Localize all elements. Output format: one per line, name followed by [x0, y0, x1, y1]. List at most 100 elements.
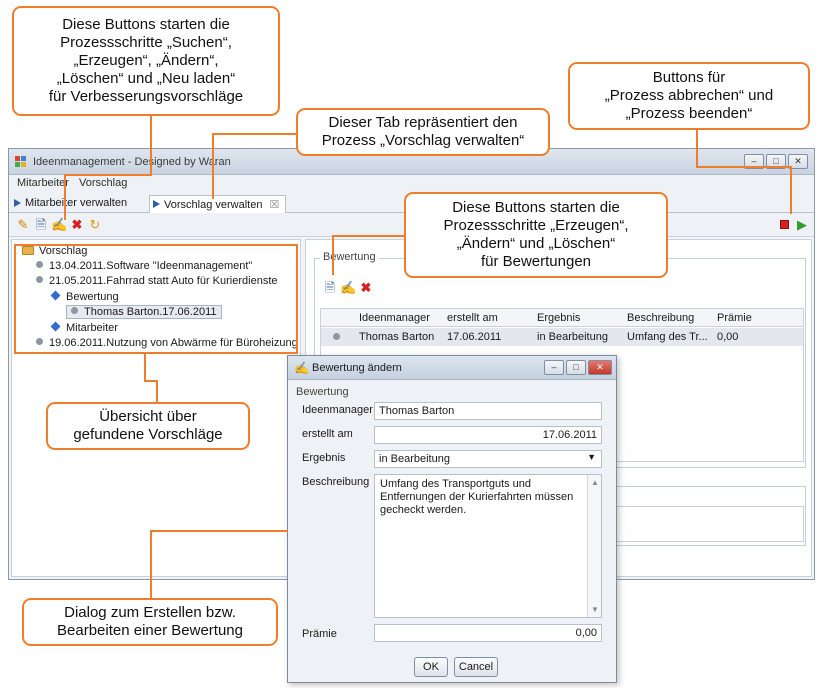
callout-abort-finish: Buttons für „Prozess abbrechen“ und „Pro…: [568, 62, 810, 130]
dialog-group-label: Bewertung: [296, 386, 349, 398]
search-icon[interactable]: ✎: [15, 217, 31, 233]
callout-connector: [332, 235, 406, 237]
menu-bar: Mitarbeiter Vorschlag: [9, 175, 814, 193]
tab-arrow-icon: [14, 199, 21, 207]
menu-mitarbeiter[interactable]: Mitarbeiter: [17, 177, 69, 189]
bewertung-dialog: ✍ Bewertung ändern – □ ✕ Bewertung Ideen…: [287, 355, 617, 683]
rating-create-icon[interactable]: 🗎: [322, 280, 338, 296]
row-bullet-icon: [333, 333, 340, 340]
callout-connector: [150, 116, 152, 176]
scroll-up-icon[interactable]: ▲: [591, 476, 599, 489]
callout-dialog: Dialog zum Erstellen bzw. Bearbeiten ein…: [22, 598, 278, 646]
callout-connector: [150, 530, 152, 600]
tree-item[interactable]: 21.05.2011.Fahrrad statt Auto für Kurier…: [36, 275, 278, 287]
callout-overview: Übersicht über gefundene Vorschläge: [46, 402, 250, 450]
tab-mitarbeiter-verwalten[interactable]: Mitarbeiter verwalten: [11, 195, 133, 213]
tab-vorschlag-verwalten[interactable]: Vorschlag verwalten ☒: [149, 195, 287, 213]
beschreibung-label: Beschreibung: [302, 476, 370, 488]
highlight-frame: [14, 244, 16, 354]
rating-delete-icon[interactable]: ✖: [358, 280, 374, 296]
ideenmanager-label: Ideenmanager: [302, 404, 373, 416]
dialog-title-bar: ✍ Bewertung ändern – □ ✕: [288, 356, 616, 380]
bullet-icon: [36, 338, 43, 345]
rating-edit-icon[interactable]: ✍: [340, 280, 356, 296]
dialog-window-controls: – □ ✕: [544, 360, 612, 376]
table-row[interactable]: Thomas Barton 17.06.2011 in Bearbeitung …: [321, 328, 803, 346]
create-icon[interactable]: 🗎: [33, 217, 49, 233]
callout-tab: Dieser Tab repräsentiert den Prozess „Vo…: [296, 108, 550, 156]
tab-close-icon[interactable]: ☒: [270, 199, 280, 211]
ergebnis-value: in Bearbeitung: [379, 453, 450, 465]
ok-button[interactable]: OK: [414, 657, 448, 677]
callout-connector: [64, 174, 66, 220]
bullet-icon: [36, 261, 43, 268]
ideenmanager-field[interactable]: Thomas Barton: [374, 402, 602, 420]
erstellt-label: erstellt am: [302, 428, 353, 440]
edit-icon: ✍: [294, 361, 309, 375]
highlight-frame: [296, 244, 298, 354]
delete-icon[interactable]: ✖: [69, 217, 85, 233]
tree-item[interactable]: 13.04.2011.Software "Ideenmanagement": [36, 260, 252, 272]
tree-item-bewertung[interactable]: Bewertung: [50, 290, 119, 303]
cell: Umfang des Tr...: [627, 331, 708, 343]
praemie-field[interactable]: 0,00: [374, 624, 602, 642]
cancel-process-icon[interactable]: [776, 217, 792, 233]
dialog-minimize-button[interactable]: –: [544, 360, 564, 375]
tree-root[interactable]: Vorschlag: [22, 245, 87, 257]
callout-connector: [212, 133, 214, 199]
callout-connector: [64, 174, 152, 176]
cell: in Bearbeitung: [537, 331, 608, 343]
bewertung-group-label: Bewertung: [320, 251, 379, 263]
dialog-title: Bewertung ändern: [312, 362, 402, 374]
callout-process-buttons: Diese Buttons starten die Prozessschritt…: [12, 6, 280, 116]
finish-process-icon[interactable]: ▶: [794, 217, 810, 233]
callout-connector: [150, 530, 288, 532]
cell: 0,00: [717, 331, 739, 343]
col-header[interactable]: Beschreibung: [627, 312, 694, 324]
folder-icon: [22, 246, 34, 255]
callout-connector: [696, 166, 792, 168]
chevron-down-icon: ▼: [587, 452, 596, 462]
col-header[interactable]: erstellt am: [447, 312, 498, 324]
callout-connector: [156, 380, 158, 404]
diamond-icon: [50, 290, 61, 301]
tree-item-selected[interactable]: Thomas Barton.17.06.2011: [66, 305, 222, 319]
col-header[interactable]: Prämie: [717, 312, 752, 324]
window-title: Ideenmanagement - Designed by Waran: [33, 156, 231, 168]
erstellt-field[interactable]: 17.06.2011: [374, 426, 602, 444]
highlight-frame: [14, 352, 298, 354]
menu-vorschlag[interactable]: Vorschlag: [79, 177, 127, 189]
callout-rating-buttons: Diese Buttons starten die Prozessschritt…: [404, 192, 668, 278]
callout-connector: [332, 235, 334, 275]
col-header[interactable]: Ergebnis: [537, 312, 580, 324]
bullet-icon: [36, 276, 43, 283]
scroll-down-icon[interactable]: ▼: [591, 603, 599, 616]
reload-icon[interactable]: ↻: [87, 217, 103, 233]
praemie-label: Prämie: [302, 628, 337, 640]
beschreibung-value: Umfang des Transportguts und Entfernunge…: [380, 478, 574, 516]
tab-label: Vorschlag verwalten: [164, 199, 263, 211]
dialog-close-button[interactable]: ✕: [588, 360, 612, 375]
callout-connector: [144, 352, 146, 382]
callout-connector: [790, 166, 792, 214]
cell: 17.06.2011: [447, 331, 502, 343]
app-icon: [15, 156, 27, 168]
table-header: Ideenmanager erstellt am Ergebnis Beschr…: [321, 309, 803, 327]
cancel-button[interactable]: Cancel: [454, 657, 498, 677]
scrollbar[interactable]: ▲ ▼: [587, 475, 601, 617]
ergebnis-label: Ergebnis: [302, 452, 346, 464]
dialog-maximize-button[interactable]: □: [566, 360, 586, 375]
callout-connector: [212, 133, 304, 135]
tree-item-mitarbeiter[interactable]: Mitarbeiter: [50, 321, 118, 334]
bullet-icon: [71, 307, 78, 314]
tab-label: Mitarbeiter verwalten: [25, 197, 128, 209]
tree-item[interactable]: 19.06.2011.Nutzung von Abwärme für Büroh…: [36, 337, 298, 349]
diamond-icon: [50, 321, 61, 332]
highlight-frame: [14, 244, 298, 246]
cell: Thomas Barton: [359, 331, 435, 343]
tab-arrow-icon: [153, 200, 160, 208]
callout-connector: [696, 130, 698, 168]
col-header[interactable]: Ideenmanager: [359, 312, 430, 324]
beschreibung-textarea[interactable]: Umfang des Transportguts und Entfernunge…: [374, 474, 602, 618]
ergebnis-select[interactable]: in Bearbeitung ▼: [374, 450, 602, 468]
